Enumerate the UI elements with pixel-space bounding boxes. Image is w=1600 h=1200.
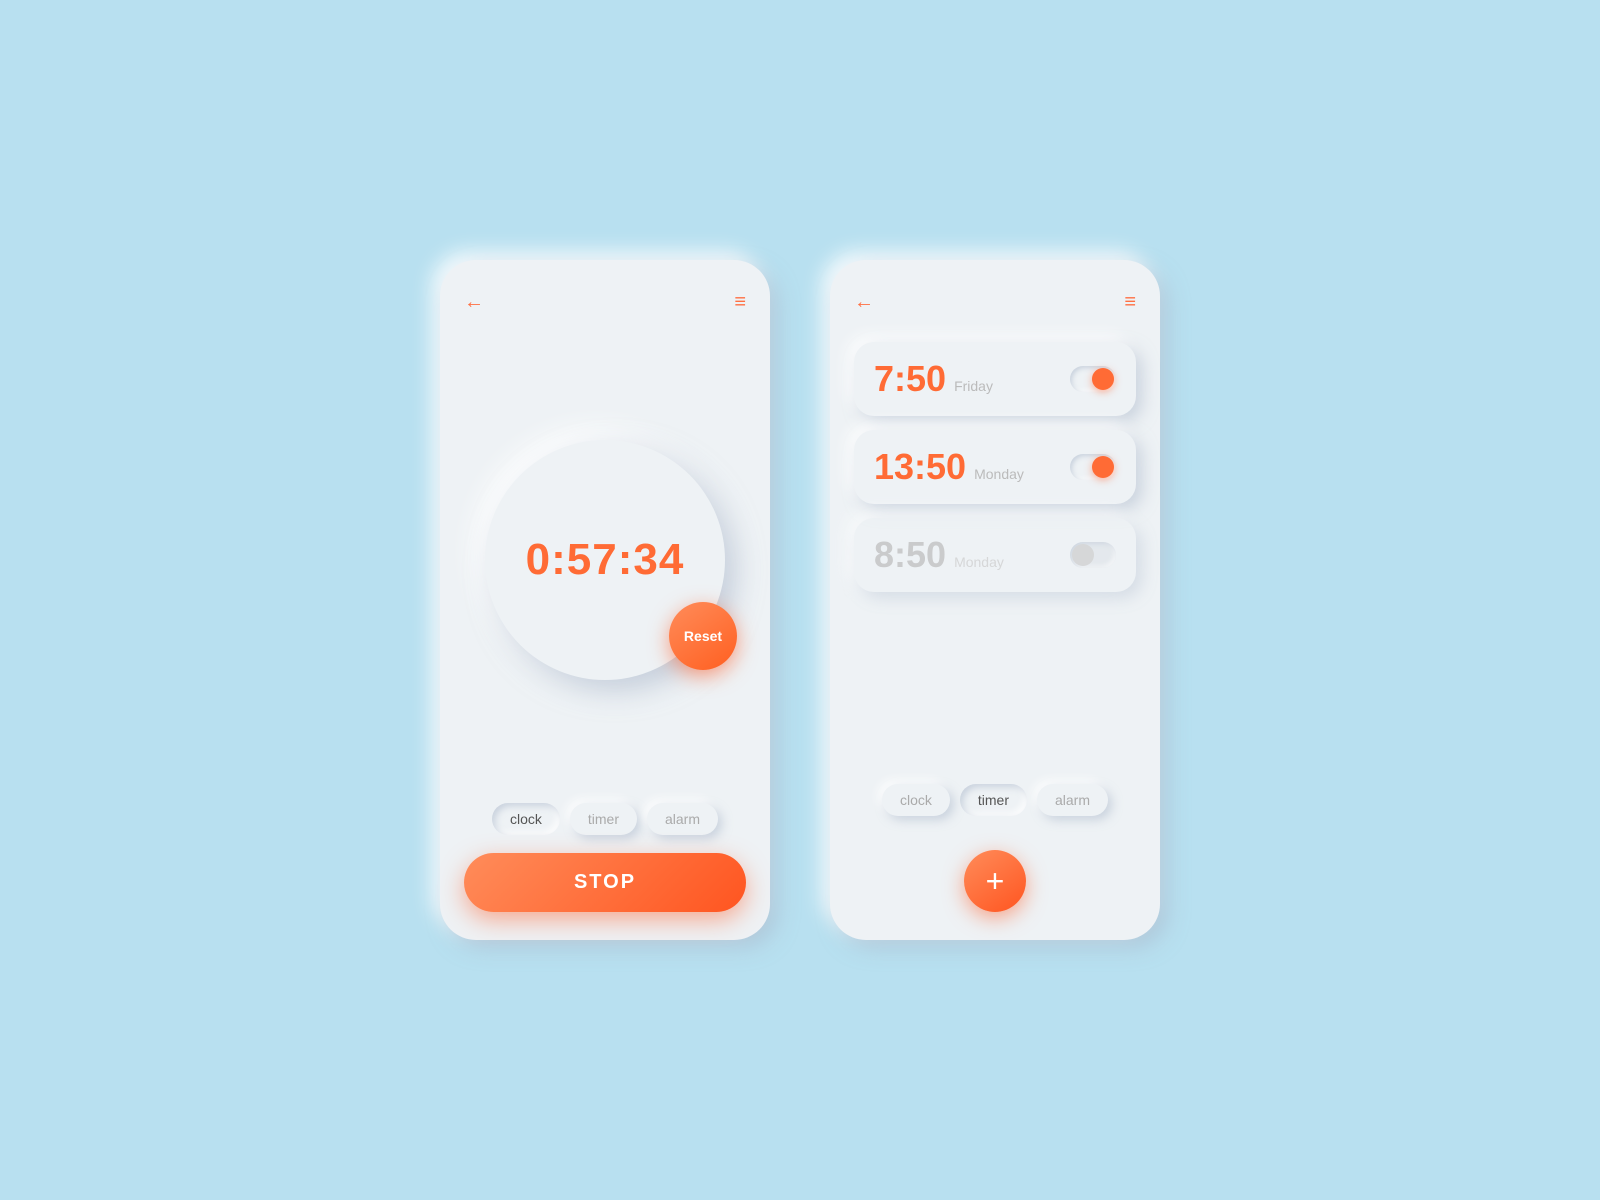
- alarm-toggle-1[interactable]: [1070, 366, 1116, 392]
- tab-timer-right[interactable]: timer: [960, 784, 1027, 816]
- alarm-day-2: Monday: [974, 466, 1024, 482]
- left-phone-card: ← ≡ 0:57:34 Reset clock timer alarm STOP: [440, 260, 770, 940]
- right-nav-tabs: clock timer alarm: [854, 784, 1136, 816]
- right-header: ← ≡: [854, 292, 1136, 312]
- tab-alarm-left[interactable]: alarm: [647, 803, 718, 835]
- tab-clock-right[interactable]: clock: [882, 784, 950, 816]
- tab-alarm-right[interactable]: alarm: [1037, 784, 1108, 816]
- left-header: ← ≡: [464, 292, 746, 312]
- alarm-day-3: Monday: [954, 554, 1004, 570]
- tab-timer-left[interactable]: timer: [570, 803, 637, 835]
- stop-button[interactable]: STOP: [464, 853, 746, 912]
- left-menu-button[interactable]: ≡: [734, 292, 746, 312]
- alarm-item-1: 7:50 Friday: [854, 342, 1136, 416]
- timer-circle: 0:57:34 Reset: [485, 440, 725, 680]
- alarm-toggle-2[interactable]: [1070, 454, 1116, 480]
- alarm-time-block-3: 8:50 Monday: [874, 534, 1004, 576]
- toggle-knob-2: [1092, 456, 1114, 478]
- reset-button[interactable]: Reset: [669, 602, 737, 670]
- alarm-time-block-2: 13:50 Monday: [874, 446, 1024, 488]
- alarm-time-1: 7:50: [874, 358, 946, 400]
- right-back-button[interactable]: ←: [854, 292, 874, 312]
- left-back-button[interactable]: ←: [464, 292, 484, 312]
- alarm-day-1: Friday: [954, 378, 993, 394]
- left-nav-tabs: clock timer alarm: [464, 803, 746, 835]
- timer-circle-wrap: 0:57:34 Reset: [464, 336, 746, 783]
- toggle-knob-1: [1092, 368, 1114, 390]
- toggle-knob-3: [1072, 544, 1094, 566]
- alarm-list: 7:50 Friday 13:50 Monday 8:50 Monday: [854, 336, 1136, 764]
- alarm-toggle-3[interactable]: [1070, 542, 1116, 568]
- add-alarm-button[interactable]: +: [964, 850, 1026, 912]
- right-menu-button[interactable]: ≡: [1124, 292, 1136, 312]
- alarm-time-block-1: 7:50 Friday: [874, 358, 993, 400]
- alarm-time-2: 13:50: [874, 446, 966, 488]
- timer-display: 0:57:34: [526, 535, 685, 585]
- right-phone-card: ← ≡ 7:50 Friday 13:50 Monday: [830, 260, 1160, 940]
- tab-clock-left[interactable]: clock: [492, 803, 560, 835]
- alarm-item-2: 13:50 Monday: [854, 430, 1136, 504]
- alarm-item-3: 8:50 Monday: [854, 518, 1136, 592]
- alarm-time-3: 8:50: [874, 534, 946, 576]
